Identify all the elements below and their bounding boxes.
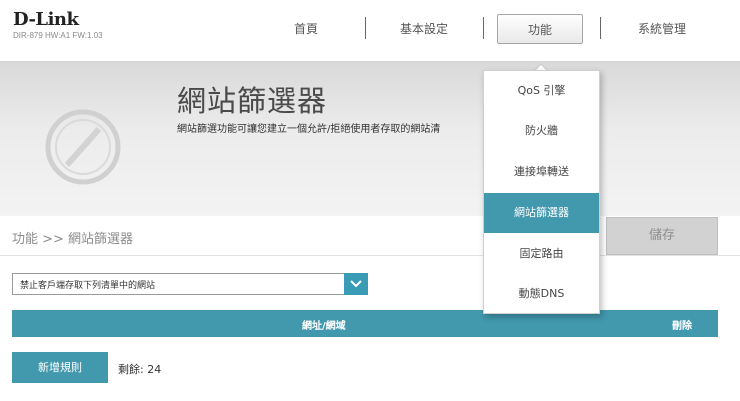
features-dropdown-menu: QoS 引擎 防火牆 連接埠轉送 網站篩選器 固定路由 動態DNS xyxy=(483,70,600,314)
column-header-delete: 刪除 xyxy=(672,321,692,332)
breadcrumb: 功能 >> 網站篩選器 xyxy=(12,232,134,247)
nav-features[interactable]: 功能 xyxy=(497,14,583,44)
remaining-count: 剩餘: 24 xyxy=(118,363,162,376)
column-header-website: 網址/網域 xyxy=(302,321,346,332)
logo-brand: D-Link xyxy=(13,9,79,30)
menu-item-static-route[interactable]: 固定路由 xyxy=(484,234,599,274)
page-title: 網站篩選器 xyxy=(177,84,328,118)
menu-item-website-filter[interactable]: 網站篩選器 xyxy=(484,193,599,233)
page-banner: 網站篩選器 網站篩選功能可讓您建立一個允許/拒絕使用者存取的網站清 xyxy=(0,62,740,216)
nav-divider xyxy=(600,17,601,39)
nav-divider xyxy=(483,17,484,39)
menu-item-port-forwarding[interactable]: 連接埠轉送 xyxy=(484,152,599,192)
nav-home[interactable]: 首頁 xyxy=(276,14,336,44)
device-model-info: DIR-879 HW:A1 FW:1.03 xyxy=(13,31,103,40)
dlink-logo[interactable]: D-Link DIR-879 HW:A1 FW:1.03 xyxy=(13,9,103,40)
menu-item-qos-engine[interactable]: QoS 引擎 xyxy=(484,71,599,111)
page-description: 網站篩選功能可讓您建立一個允許/拒絕使用者存取的網站清 xyxy=(177,124,441,135)
add-rule-button[interactable]: 新增規則 xyxy=(12,352,108,383)
website-filter-icon xyxy=(45,109,121,185)
nav-divider xyxy=(365,17,366,39)
filter-policy-select[interactable]: 禁止客戶端存取下列清單中的網站 xyxy=(12,273,368,295)
top-header: D-Link DIR-879 HW:A1 FW:1.03 首頁 基本設定 功能 … xyxy=(0,0,740,62)
filter-policy-value: 禁止客戶端存取下列清單中的網站 xyxy=(20,281,156,291)
rules-table-header: 網址/網域 刪除 xyxy=(12,310,718,337)
save-button[interactable]: 儲存 xyxy=(606,217,718,255)
menu-item-dynamic-dns[interactable]: 動態DNS xyxy=(484,274,599,314)
select-toggle-button[interactable] xyxy=(344,273,368,295)
nav-settings[interactable]: 基本設定 xyxy=(382,14,466,44)
menu-item-firewall[interactable]: 防火牆 xyxy=(484,111,599,151)
chevron-down-icon xyxy=(350,280,362,288)
nav-management[interactable]: 系統管理 xyxy=(620,14,704,44)
